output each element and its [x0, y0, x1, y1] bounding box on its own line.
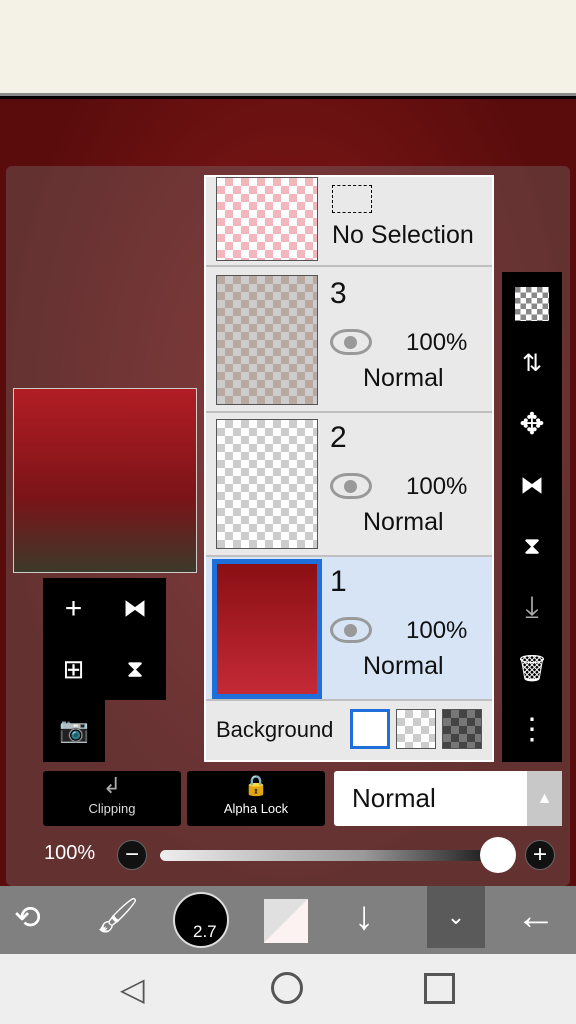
- opacity-increase-button[interactable]: +: [525, 840, 555, 870]
- layer-opacity: 100%: [406, 473, 468, 500]
- layer-thumbnail: [212, 559, 322, 699]
- layer-number: 3: [330, 277, 347, 310]
- layer-thumbnail: [216, 275, 318, 405]
- clipping-label: Clipping: [88, 801, 136, 816]
- color-swatch[interactable]: [264, 899, 308, 943]
- dropdown-arrow-icon[interactable]: ▲: [527, 771, 562, 826]
- opacity-decrease-button[interactable]: −: [117, 840, 147, 870]
- clipping-icon: ↲: [102, 773, 122, 798]
- nav-home-icon[interactable]: [271, 972, 303, 1004]
- nav-recents-icon[interactable]: [424, 973, 455, 1004]
- more-icon[interactable]: ⋮: [502, 699, 562, 760]
- layer-toolbar: ⇅ ✥ ⧓ ⧗ ⤓ 🗑 ⋮: [502, 272, 562, 762]
- flip-vertical-icon[interactable]: ⧗: [104, 639, 166, 700]
- brush-icon[interactable]: 🖌: [96, 896, 139, 936]
- layer-blend-mode: Normal: [363, 364, 444, 392]
- layer-row-1[interactable]: 1 100% Normal: [206, 557, 492, 701]
- opacity-slider[interactable]: [160, 850, 500, 861]
- clipping-button[interactable]: ↲ Clipping: [43, 771, 181, 826]
- layer-row-3[interactable]: 3 100% Normal: [206, 269, 492, 413]
- lock-icon: 🔒: [243, 775, 269, 797]
- flip-horizontal-icon[interactable]: ⧓: [104, 578, 166, 639]
- camera-icon[interactable]: 📷: [43, 700, 105, 762]
- layer-actions: + ⧓ ⊞ ⧗: [43, 578, 166, 700]
- back-arrow-icon[interactable]: ←: [516, 894, 556, 939]
- layer-blend-mode: Normal: [363, 508, 444, 536]
- system-nav-bar: ◁: [0, 954, 576, 1024]
- duplicate-layer-icon[interactable]: ⊞: [43, 639, 104, 700]
- canvas-preview[interactable]: [13, 388, 197, 573]
- layers-collapse-button[interactable]: ⌄: [427, 886, 485, 948]
- eye-icon[interactable]: [330, 617, 372, 643]
- bottom-toolbar: ⟲ 🖌 2.7 ↓ ⌄ ←: [0, 886, 576, 954]
- eye-icon[interactable]: [330, 329, 372, 355]
- no-selection-label: No Selection: [332, 221, 474, 249]
- blend-mode-dropdown[interactable]: Normal ▲: [334, 771, 562, 826]
- down-arrow-icon[interactable]: ↓: [354, 894, 374, 939]
- add-layer-icon[interactable]: +: [43, 578, 104, 639]
- alpha-lock-button[interactable]: 🔒 Alpha Lock: [187, 771, 325, 826]
- opacity-slider-handle[interactable]: [480, 837, 516, 873]
- layer-number: 2: [330, 421, 347, 454]
- brush-size-value: 2.7: [193, 922, 217, 941]
- nav-back-icon[interactable]: ◁: [120, 970, 145, 1008]
- layer-thumbnail: [216, 419, 318, 549]
- layer-opacity: 100%: [406, 617, 468, 644]
- eye-icon[interactable]: [330, 473, 372, 499]
- flip-vertical-icon[interactable]: ⧗: [502, 516, 562, 577]
- alpha-lock-label: Alpha Lock: [223, 801, 289, 816]
- background-label: Background: [216, 717, 334, 742]
- layer-opacity: 100%: [406, 329, 468, 356]
- layer-list: No Selection 3 100% Normal 2 100% Normal…: [204, 175, 494, 762]
- tool-switch-icon[interactable]: ⟲: [14, 898, 41, 936]
- trash-icon[interactable]: 🗑: [502, 638, 562, 699]
- move-icon[interactable]: ✥: [502, 394, 562, 455]
- background-dark-option[interactable]: [442, 709, 482, 749]
- background-row: Background: [206, 701, 492, 761]
- opacity-label: 100%: [44, 842, 96, 864]
- blend-mode-value: Normal: [352, 783, 436, 813]
- layer-row-2[interactable]: 2 100% Normal: [206, 413, 492, 557]
- brush-size-button[interactable]: 2.7: [173, 892, 229, 948]
- selection-layer[interactable]: No Selection: [206, 177, 492, 267]
- swap-layer-icon[interactable]: ⇅: [502, 333, 562, 394]
- layer-blend-mode: Normal: [363, 652, 444, 680]
- flip-horizontal-icon[interactable]: ⧓: [502, 455, 562, 516]
- merge-down-icon[interactable]: ⤓: [502, 577, 562, 638]
- status-area: [0, 0, 576, 96]
- background-white-option[interactable]: [350, 709, 390, 749]
- selection-thumbnail: [216, 177, 318, 261]
- selection-icon: [332, 185, 372, 213]
- layer-number: 1: [330, 565, 347, 598]
- background-transparent-option[interactable]: [396, 709, 436, 749]
- transparency-icon[interactable]: [502, 272, 562, 333]
